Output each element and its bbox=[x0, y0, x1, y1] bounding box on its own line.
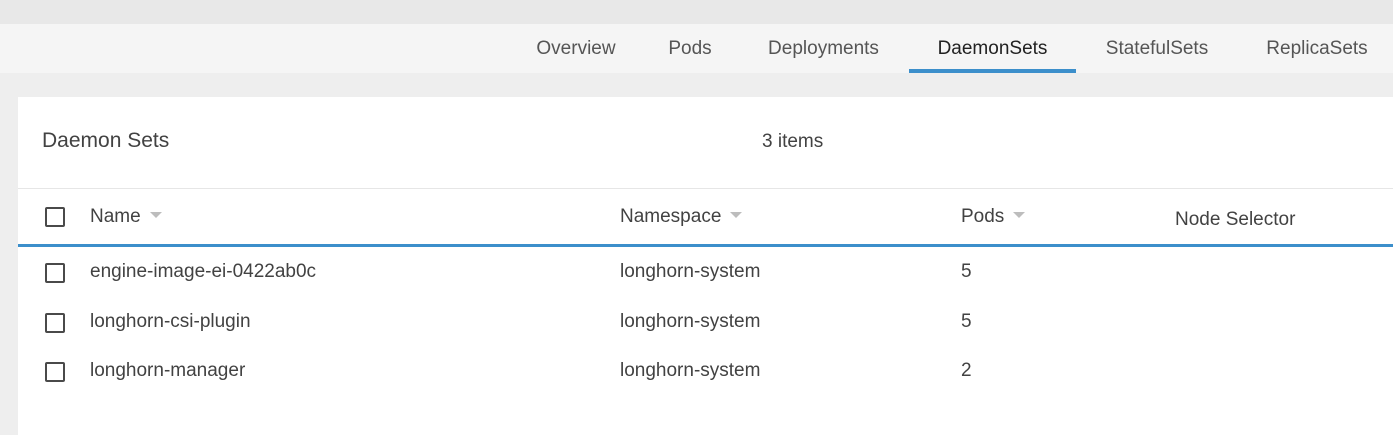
tab-daemonsets[interactable]: DaemonSets bbox=[909, 24, 1076, 73]
row-checkbox[interactable] bbox=[45, 362, 65, 382]
cell-namespace: longhorn-system bbox=[620, 360, 761, 381]
card-title: Daemon Sets bbox=[42, 129, 170, 152]
column-header-pods[interactable]: Pods bbox=[961, 206, 1026, 228]
tab-deployments[interactable]: Deployments bbox=[748, 24, 899, 73]
table-row: longhorn-csi-plugin longhorn-system 5 bbox=[18, 297, 1393, 347]
resource-tabs: Overview Pods Deployments DaemonSets Sta… bbox=[0, 24, 1393, 73]
sort-caret-icon bbox=[149, 211, 162, 218]
top-bar bbox=[0, 0, 1393, 24]
sort-caret-icon bbox=[730, 211, 743, 218]
item-count: 3 items bbox=[762, 131, 824, 152]
column-header-name[interactable]: Name bbox=[90, 206, 162, 228]
tab-overview[interactable]: Overview bbox=[520, 24, 632, 73]
table-row: engine-image-ei-0422ab0c longhorn-system… bbox=[18, 247, 1393, 297]
column-header-node-selector: Node Selector bbox=[1175, 209, 1296, 230]
daemonsets-card: Daemon Sets 3 items Name Namespace Pods … bbox=[18, 97, 1393, 435]
card-header: Daemon Sets 3 items bbox=[18, 97, 1393, 189]
cell-pods: 5 bbox=[961, 261, 972, 282]
row-checkbox[interactable] bbox=[45, 263, 65, 283]
column-header-namespace[interactable]: Namespace bbox=[620, 206, 743, 228]
table-header: Name Namespace Pods Node Selector bbox=[18, 189, 1393, 247]
tab-statefulsets[interactable]: StatefulSets bbox=[1086, 24, 1228, 73]
cell-namespace: longhorn-system bbox=[620, 311, 761, 332]
table-row: longhorn-manager longhorn-system 2 bbox=[18, 346, 1393, 396]
cell-name[interactable]: engine-image-ei-0422ab0c bbox=[90, 261, 316, 283]
column-header-name-label: Name bbox=[90, 206, 141, 227]
row-checkbox[interactable] bbox=[45, 313, 65, 333]
select-all-checkbox[interactable] bbox=[45, 207, 65, 227]
cell-pods: 2 bbox=[961, 360, 972, 381]
tab-pods[interactable]: Pods bbox=[652, 24, 728, 73]
column-header-namespace-label: Namespace bbox=[620, 206, 722, 227]
sort-caret-icon bbox=[1013, 211, 1026, 218]
tab-replicasets[interactable]: ReplicaSets bbox=[1248, 24, 1386, 73]
cell-namespace: longhorn-system bbox=[620, 261, 761, 282]
cell-pods: 5 bbox=[961, 311, 972, 332]
cell-name[interactable]: longhorn-manager bbox=[90, 360, 245, 382]
column-header-pods-label: Pods bbox=[961, 206, 1005, 227]
cell-name[interactable]: longhorn-csi-plugin bbox=[90, 311, 251, 333]
